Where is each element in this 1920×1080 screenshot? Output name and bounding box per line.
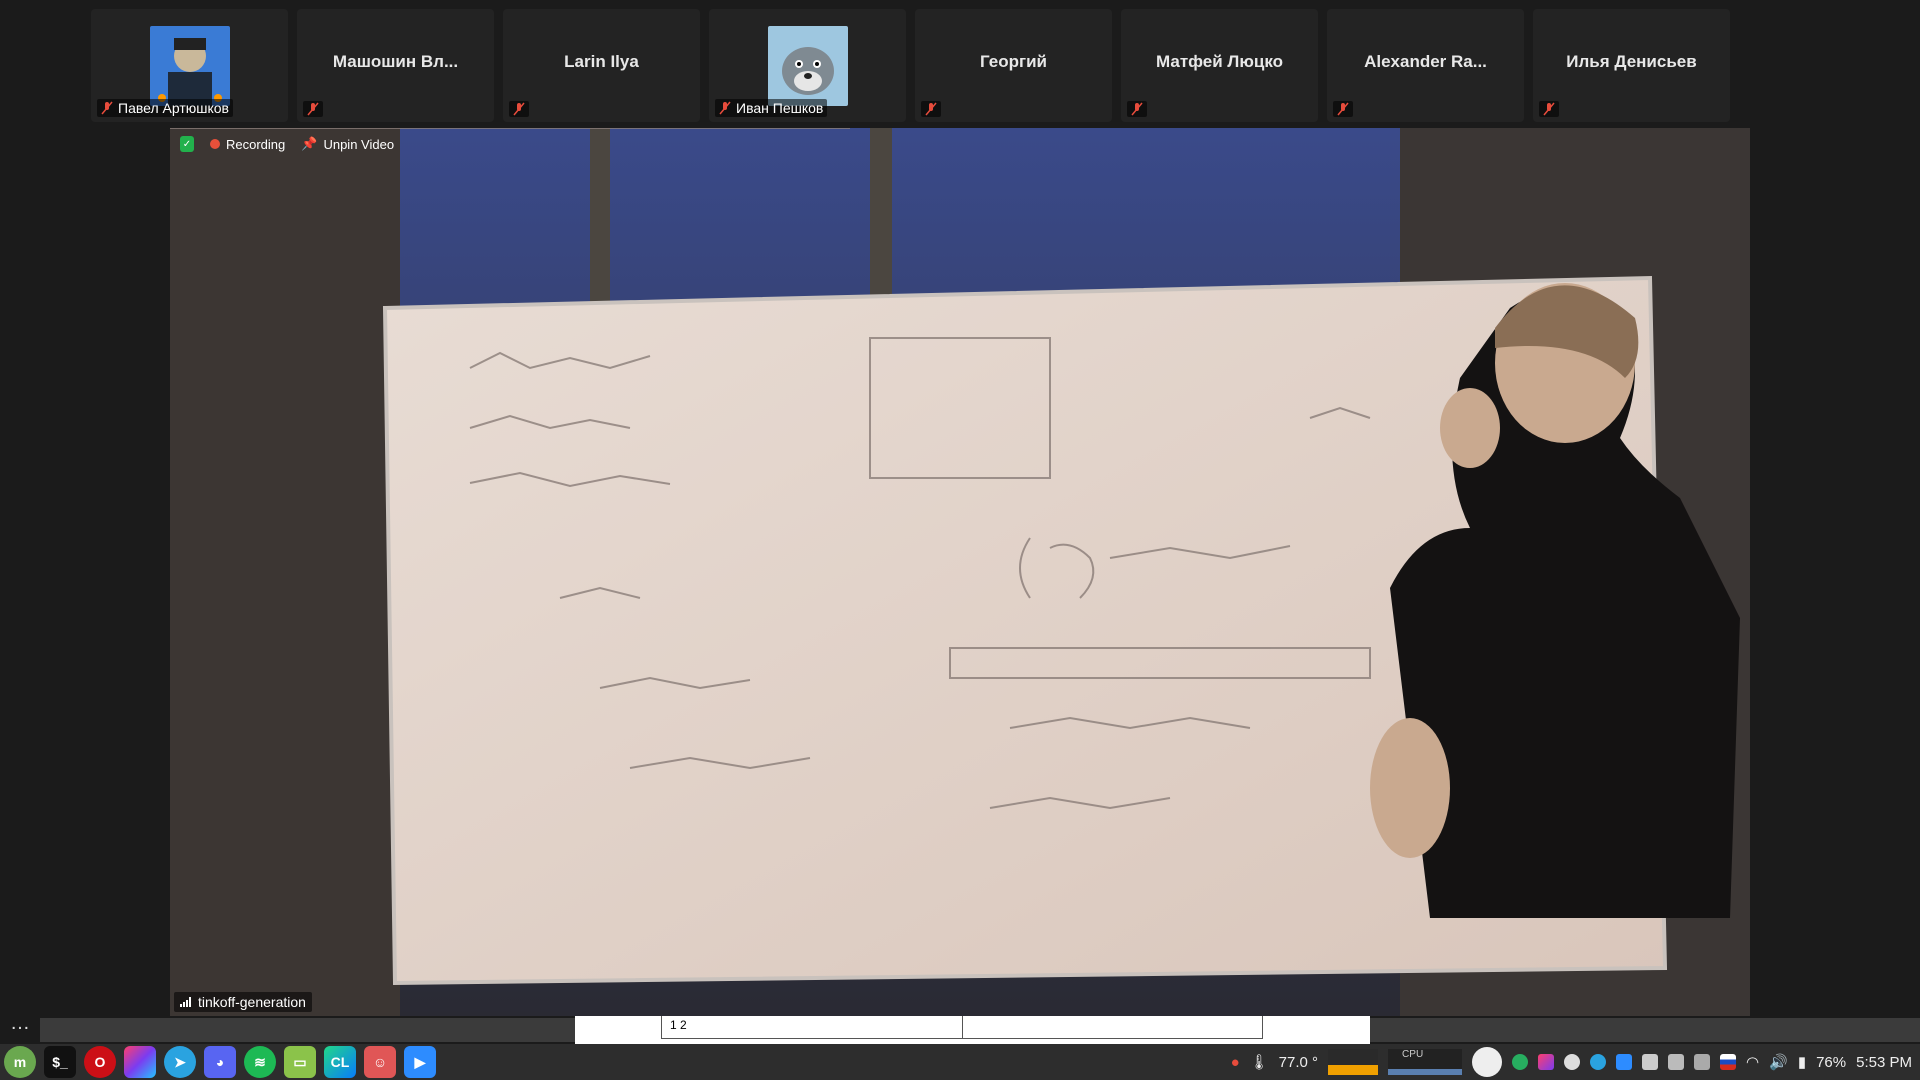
avatar [150,26,230,106]
mic-muted-icon [1131,102,1143,116]
meeting-name-label: tinkoff-generation [174,992,312,1012]
avatar [768,26,848,106]
participant-label-text: Павел Артюшков [118,100,229,116]
participant-tile[interactable]: Георгий [915,9,1112,122]
participant-tile[interactable]: Alexander Ra... [1327,9,1524,122]
participant-tile[interactable]: Илья Денисьев [1533,9,1730,122]
jetbrains-tray-icon[interactable] [1538,1054,1555,1070]
shield-tray-icon[interactable] [1694,1054,1711,1070]
unpin-video-button[interactable]: 📌 Unpin Video [301,136,394,152]
participant-tile[interactable]: Матфей Люцко [1121,9,1318,122]
participant-strip: Павел Артюшков Машошин Вл... Larin Ilya [91,9,1733,122]
mic-muted-icon [513,102,525,116]
volume-icon[interactable]: 🔊 [1769,1053,1788,1071]
memory-monitor-icon[interactable] [1472,1047,1503,1077]
mic-muted-icon [1337,102,1349,116]
clock[interactable]: 5:53 PM [1856,1054,1912,1071]
participant-name: Матфей Люцко [1156,52,1283,71]
keyboard-layout-icon[interactable] [1720,1054,1737,1070]
zoom-tray-icon[interactable] [1616,1054,1633,1070]
participant-label [1539,101,1559,117]
participant-label [921,101,941,117]
cpu-graph[interactable]: CPU [1388,1049,1463,1075]
participant-label [1127,101,1147,117]
page-cell[interactable]: 1 2 [662,1016,963,1038]
page-cell[interactable] [963,1016,1263,1038]
cpu-label: CPU [1402,1049,1424,1060]
participant-label [509,101,529,117]
participant-label [1333,101,1353,117]
participant-label: Иван Пешков [715,99,828,117]
video-frame [170,128,1750,1016]
recording-indicator[interactable]: Recording [210,137,285,152]
system-tray: ● 🌡 77.0 ° CPU ◠ 🔊 ▮ 76% 5:53 PM [1231,1044,1912,1080]
battery-percent: 76% [1816,1053,1847,1071]
opera-icon[interactable]: O [84,1046,116,1078]
pinned-video[interactable]: ✓ Recording 📌 Unpin Video tinkoff-genera… [170,128,1750,1016]
participant-label: Павел Артюшков [97,99,233,117]
files-icon[interactable]: ▭ [284,1046,316,1078]
spotify-icon[interactable]: ≋ [244,1046,276,1078]
wifi-icon[interactable]: ◠ [1746,1053,1759,1071]
temperature-readout: 77.0 ° [1278,1053,1319,1071]
participant-name: Георгий [980,52,1047,71]
location-pin-icon[interactable]: ● [1231,1054,1240,1071]
terminal-icon[interactable]: $_ [44,1046,76,1078]
discord-icon[interactable]: ◕ [204,1046,236,1078]
telegram-icon[interactable]: ➤ [164,1046,196,1078]
recording-dot-icon [210,139,220,149]
temperature-icon: 🌡 [1249,1054,1269,1071]
mic-muted-icon [101,101,113,115]
participant-name: Илья Денисьев [1566,52,1697,71]
mint-menu-icon[interactable]: m [4,1046,36,1078]
participant-tile[interactable]: Иван Пешков [709,9,906,122]
mic-muted-icon [925,102,937,116]
participant-label [303,101,323,117]
signal-icon [180,997,191,1007]
bluetooth-icon[interactable] [1642,1054,1659,1070]
pin-icon: 📌 [301,136,318,151]
participant-label-text: Иван Пешков [736,100,824,116]
battery-icon[interactable]: ▮ [1798,1053,1806,1071]
clion-icon[interactable]: CL [324,1046,356,1078]
zoom-icon[interactable]: ▶ [404,1046,436,1078]
vpn-icon[interactable] [1512,1054,1529,1070]
video-overlay-top: ✓ Recording 📌 Unpin Video [180,136,394,152]
taskbar: m $_ O ➤ ◕ ≋ ▭ CL ☺ ▶ ● 🌡 77.0 ° CPU ◠ 🔊 [0,1044,1920,1080]
mic-muted-icon [1543,102,1555,116]
meeting-name-text: tinkoff-generation [198,994,306,1010]
steam-icon[interactable] [1564,1054,1581,1070]
more-options-icon[interactable]: … [10,1013,30,1033]
page-indicator[interactable]: 1 2 [575,1016,1370,1044]
recording-label: Recording [226,136,286,152]
participant-tile[interactable]: Павел Артюшков [91,9,288,122]
mic-muted-icon [719,101,731,115]
participant-name: Larin Ilya [564,52,639,71]
jetbrains-toolbox-icon[interactable] [124,1046,156,1078]
unpin-video-label: Unpin Video [323,136,395,152]
participant-tile[interactable]: Larin Ilya [503,9,700,122]
mic-muted-icon [307,102,319,116]
retroarch-icon[interactable]: ☺ [364,1046,396,1078]
telegram-tray-icon[interactable] [1590,1054,1607,1070]
participant-name: Машошин Вл... [332,52,459,71]
security-shield-icon[interactable]: ✓ [180,136,194,152]
participant-name: Alexander Ra... [1364,52,1487,71]
temperature-graph[interactable] [1328,1049,1379,1075]
clipboard-icon[interactable] [1668,1054,1685,1070]
participant-tile[interactable]: Машошин Вл... [297,9,494,122]
